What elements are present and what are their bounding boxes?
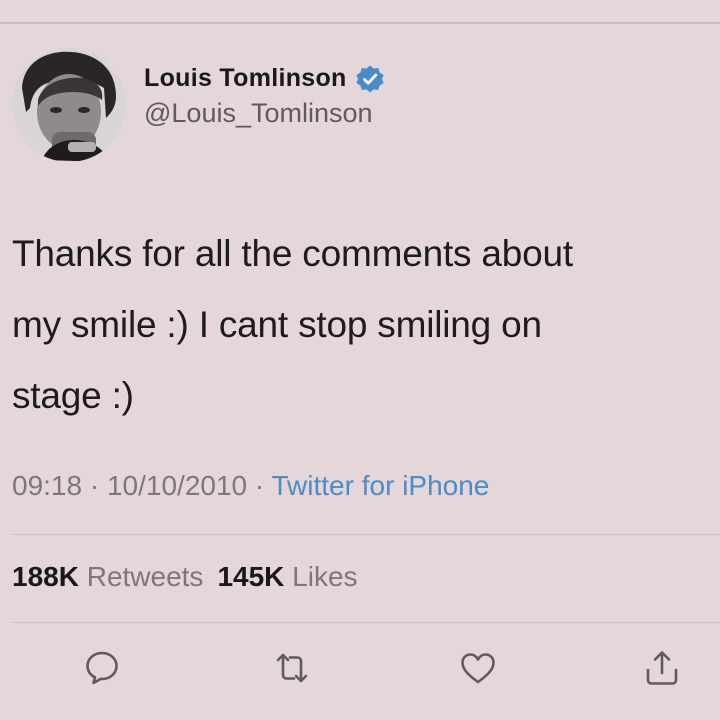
likes-stat[interactable]: 145K Likes	[217, 561, 357, 592]
tweet-header: Louis Tomlinson @Louis_Tomlinson	[12, 48, 385, 162]
divider	[12, 534, 720, 535]
tweet-date[interactable]: 10/10/2010	[107, 470, 247, 501]
retweets-label: Retweets	[86, 561, 204, 592]
heart-icon	[458, 648, 498, 693]
likes-count: 145K	[217, 561, 285, 592]
verified-badge-icon	[355, 64, 385, 94]
retweets-stat[interactable]: 188K Retweets	[12, 561, 203, 592]
display-name-row: Louis Tomlinson	[144, 64, 385, 94]
avatar[interactable]	[12, 48, 126, 162]
tweet-source-link[interactable]: Twitter for iPhone	[272, 470, 490, 501]
divider	[12, 622, 720, 623]
retweets-count: 188K	[12, 561, 79, 592]
tweet-time[interactable]: 09:18	[12, 470, 82, 501]
tweet-meta: 09:18 · 10/10/2010 · Twitter for iPhone	[12, 470, 489, 502]
tweet-stats: 188K Retweets 145K Likes	[12, 561, 358, 593]
top-divider	[0, 22, 720, 24]
retweet-icon	[272, 648, 312, 693]
tweet-actions	[0, 648, 720, 692]
tweet-text: Thanks for all the comments about my smi…	[12, 233, 574, 416]
meta-separator: ·	[247, 470, 272, 501]
meta-separator: ·	[82, 470, 107, 501]
retweet-button[interactable]	[270, 648, 314, 692]
share-button[interactable]	[640, 648, 684, 692]
user-handle[interactable]: @Louis_Tomlinson	[144, 98, 385, 129]
reply-icon	[82, 648, 122, 693]
reply-button[interactable]	[80, 648, 124, 692]
display-name[interactable]: Louis Tomlinson	[144, 64, 347, 93]
likes-label: Likes	[292, 561, 358, 592]
like-button[interactable]	[456, 648, 500, 692]
share-icon	[642, 648, 682, 693]
author-names: Louis Tomlinson @Louis_Tomlinson	[144, 64, 385, 129]
